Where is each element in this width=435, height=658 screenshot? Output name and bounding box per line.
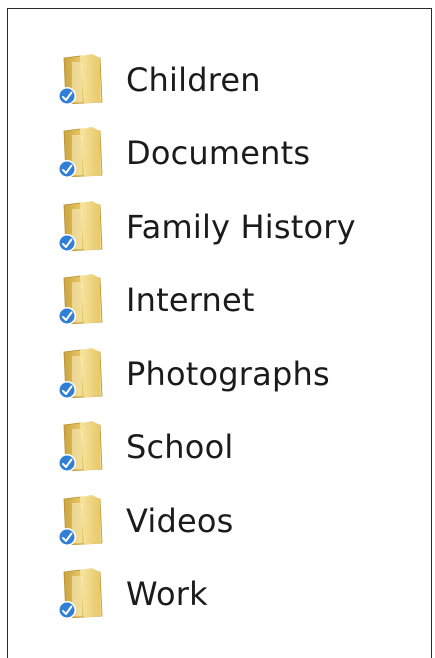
folder-label: Documents (126, 134, 311, 173)
shared-folder-icon (54, 52, 106, 108)
shared-folder-icon (54, 125, 106, 181)
shared-folder-icon (54, 272, 106, 328)
folder-label: Photographs (126, 354, 330, 393)
shared-folder-icon (54, 199, 106, 255)
shared-folder-icon (54, 493, 106, 549)
folder-label: School (126, 428, 234, 467)
folder-label: Children (126, 60, 261, 99)
folder-item-children[interactable]: Children (54, 43, 356, 117)
folder-item-family-history[interactable]: Family History (54, 190, 356, 264)
folder-item-internet[interactable]: Internet (54, 264, 356, 338)
folder-item-work[interactable]: Work (54, 558, 356, 632)
folder-list: Children Documents Family History Intern… (54, 43, 356, 631)
folder-item-photographs[interactable]: Photographs (54, 337, 356, 411)
folder-item-school[interactable]: School (54, 411, 356, 485)
shared-folder-icon (54, 566, 106, 622)
shared-folder-icon (54, 346, 106, 402)
folder-item-videos[interactable]: Videos (54, 484, 356, 558)
folder-item-documents[interactable]: Documents (54, 117, 356, 191)
shared-folder-icon (54, 419, 106, 475)
folder-list-panel: Children Documents Family History Intern… (7, 8, 432, 658)
folder-label: Family History (126, 207, 356, 246)
folder-label: Videos (126, 501, 234, 540)
folder-label: Internet (126, 281, 255, 320)
folder-label: Work (126, 575, 208, 614)
